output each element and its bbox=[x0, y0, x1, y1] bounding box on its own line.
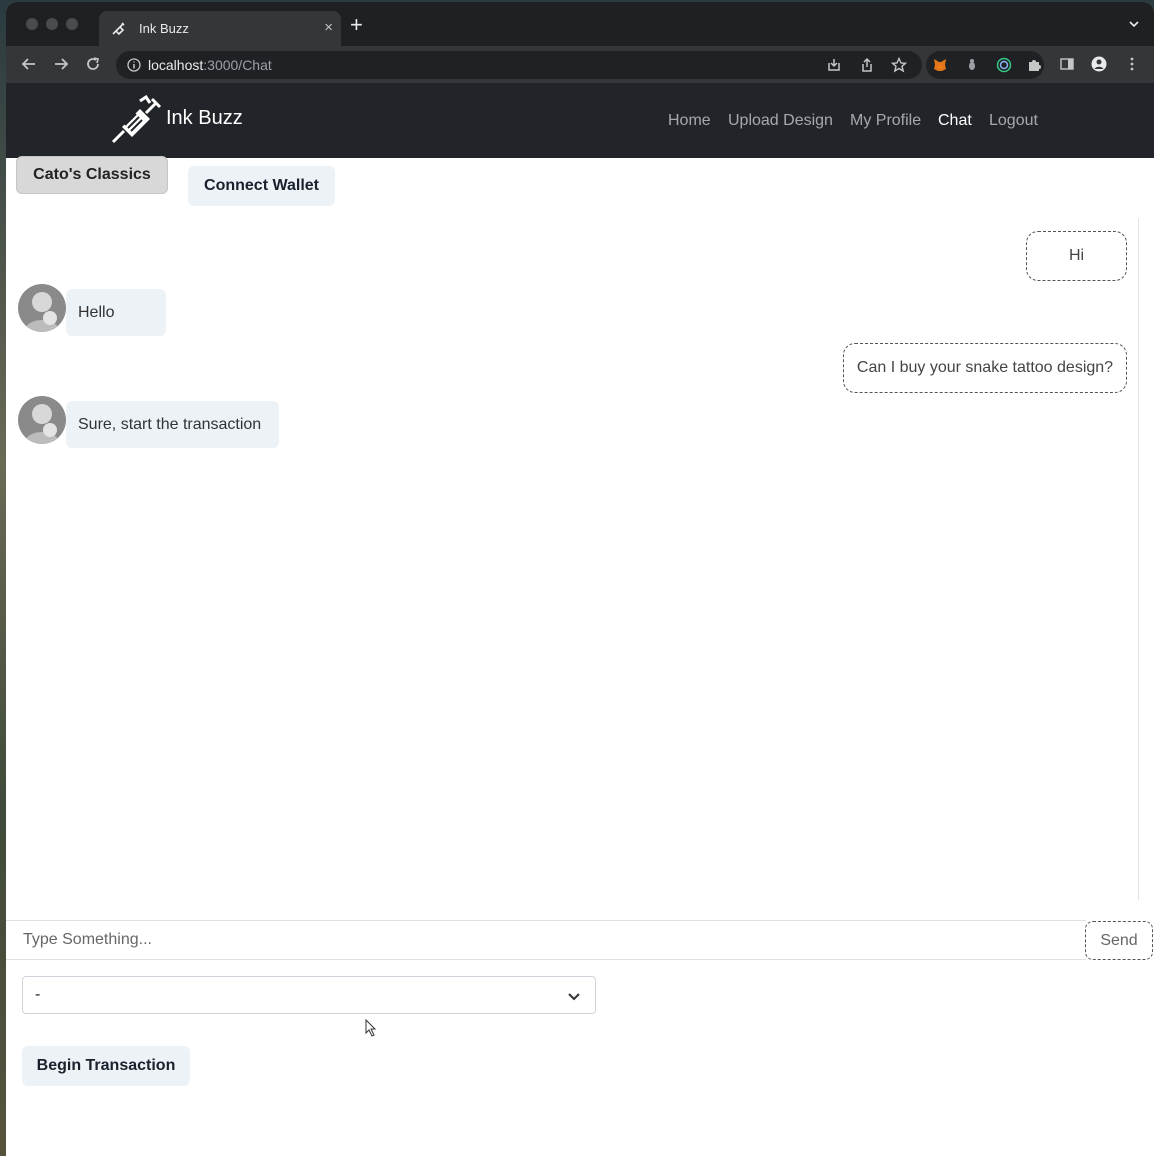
message-incoming: Sure, start the transaction bbox=[66, 401, 279, 448]
share-icon[interactable] bbox=[859, 57, 875, 73]
select-value: - bbox=[35, 986, 41, 1003]
tab-ink-buzz[interactable]: Ink Buzz × bbox=[99, 11, 341, 46]
avatar bbox=[18, 396, 66, 444]
browser-toolbar: localhost:3000/Chat bbox=[6, 46, 1154, 83]
more-menu-icon[interactable] bbox=[1124, 56, 1140, 72]
zoom-window-dot[interactable] bbox=[66, 18, 78, 30]
nav-link-my-profile[interactable]: My Profile bbox=[850, 112, 921, 130]
scroll-divider bbox=[1138, 218, 1139, 900]
send-button[interactable]: Send bbox=[1085, 921, 1153, 960]
back-arrow-icon[interactable] bbox=[20, 55, 38, 73]
message-input[interactable] bbox=[10, 922, 1080, 958]
browser-window: Ink Buzz × + localhost:3000/Chat Ink Buz… bbox=[6, 2, 1154, 1156]
metamask-fox-icon[interactable] bbox=[932, 57, 948, 73]
avatar-photo-icon bbox=[18, 396, 66, 444]
close-window-dot[interactable] bbox=[26, 18, 38, 30]
begin-transaction-button[interactable]: Begin Transaction bbox=[22, 1046, 190, 1086]
nav-link-logout[interactable]: Logout bbox=[989, 112, 1038, 130]
message-list[interactable] bbox=[6, 216, 1138, 900]
brand-name[interactable]: Ink Buzz bbox=[166, 107, 243, 130]
star-icon[interactable] bbox=[891, 57, 907, 73]
chevron-down-icon bbox=[568, 993, 580, 1001]
tattoo-machine-icon[interactable] bbox=[110, 95, 162, 145]
message-incoming: Hello bbox=[66, 289, 166, 336]
message-outgoing: Can I buy your snake tattoo design? bbox=[843, 343, 1127, 393]
avatar-photo-icon bbox=[18, 284, 66, 332]
connect-wallet-button[interactable]: Connect Wallet bbox=[188, 166, 335, 206]
mouse-cursor-icon bbox=[365, 1019, 377, 1037]
site-navbar: Ink Buzz Home Upload Design My Profile C… bbox=[6, 83, 1154, 158]
address-bar[interactable]: localhost:3000/Chat bbox=[116, 51, 922, 79]
nav-link-upload-design[interactable]: Upload Design bbox=[728, 112, 833, 130]
chevron-down-icon[interactable] bbox=[1128, 18, 1140, 30]
tab-title: Ink Buzz bbox=[139, 21, 189, 36]
composer-divider bbox=[6, 920, 1086, 921]
url-path: :3000/Chat bbox=[203, 57, 272, 73]
side-panel-icon[interactable] bbox=[1059, 56, 1075, 72]
message-outgoing: Hi bbox=[1026, 231, 1127, 281]
tattoo-machine-icon bbox=[112, 22, 125, 36]
avatar bbox=[18, 284, 66, 332]
composer-divider bbox=[6, 959, 1086, 960]
reload-icon[interactable] bbox=[84, 55, 102, 73]
puzzle-icon[interactable] bbox=[1026, 57, 1042, 73]
chat-channel-button[interactable]: Cato's Classics bbox=[16, 156, 168, 194]
nav-link-home[interactable]: Home bbox=[668, 112, 711, 130]
extension-icon[interactable] bbox=[964, 57, 980, 73]
minimize-window-dot[interactable] bbox=[46, 18, 58, 30]
target-icon[interactable] bbox=[996, 57, 1012, 73]
tab-strip: Ink Buzz × + bbox=[6, 2, 1154, 46]
nav-link-chat[interactable]: Chat bbox=[938, 112, 972, 130]
info-icon[interactable] bbox=[127, 58, 141, 72]
profile-avatar-icon[interactable] bbox=[1091, 56, 1107, 72]
tab-close-icon[interactable]: × bbox=[324, 19, 333, 36]
extensions-area bbox=[926, 51, 1044, 79]
design-select[interactable]: - bbox=[22, 976, 596, 1014]
url-text: localhost:3000/Chat bbox=[148, 57, 272, 73]
new-tab-button[interactable]: + bbox=[350, 14, 363, 36]
url-host: localhost bbox=[148, 57, 204, 73]
forward-arrow-icon[interactable] bbox=[52, 55, 70, 73]
install-icon[interactable] bbox=[826, 57, 842, 73]
